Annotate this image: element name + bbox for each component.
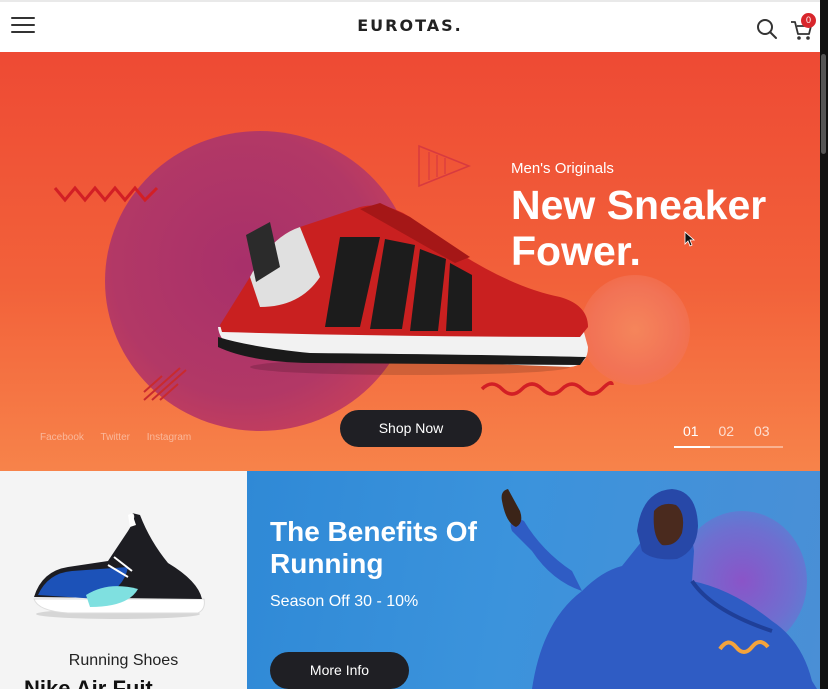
twitter-link[interactable]: Twitter <box>101 432 130 443</box>
promo-subtitle: Season Off 30 - 10% <box>270 593 419 610</box>
product-card-name: Nike Air Fuit <box>24 676 153 689</box>
facebook-link[interactable]: Facebook <box>40 432 84 443</box>
play-arrows-decoration-icon <box>418 144 472 188</box>
hero-accent-circle <box>580 275 690 385</box>
site-logo[interactable]: EUROTAS. <box>0 16 820 35</box>
runner-athlete-image <box>501 489 817 689</box>
blue-sneaker-image <box>33 513 205 619</box>
zigzag-decoration-icon <box>53 185 159 203</box>
hero-subtitle: Men's Originals <box>511 160 614 177</box>
product-card[interactable]: Running Shoes Nike Air Fuit <box>0 471 247 689</box>
hero-title: New Sneaker Fower. <box>511 182 767 274</box>
social-links: Facebook Twitter Instagram <box>40 432 205 443</box>
chevrons-decoration-icon <box>143 367 187 401</box>
slide-01-tab[interactable]: 01 <box>683 423 699 439</box>
wave-decoration-icon <box>480 381 614 396</box>
product-card-title: Running Shoes <box>68 652 179 669</box>
slide-pager: 01 02 03 <box>683 423 786 439</box>
promo-banner: The Benefits Of Running Season Off 30 - … <box>247 471 820 689</box>
cart-count-badge: 0 <box>801 13 816 28</box>
promo-title: The Benefits Of Running <box>270 516 477 579</box>
instagram-link[interactable]: Instagram <box>147 432 191 443</box>
shop-now-button[interactable]: Shop Now <box>340 410 482 447</box>
hero-slider: Men's Originals New Sneaker Fower. Shop … <box>0 52 820 471</box>
site-header: EUROTAS. 0 <box>0 0 820 52</box>
slide-03-tab[interactable]: 03 <box>754 423 770 439</box>
slide-02-tab[interactable]: 02 <box>718 423 734 439</box>
slide-progress-bar <box>674 446 783 448</box>
scrollbar-thumb[interactable] <box>821 54 826 154</box>
more-info-button[interactable]: More Info <box>270 652 409 689</box>
slide-progress-fill <box>674 446 710 448</box>
mouse-cursor-icon <box>684 231 696 247</box>
search-icon[interactable] <box>755 17 779 41</box>
